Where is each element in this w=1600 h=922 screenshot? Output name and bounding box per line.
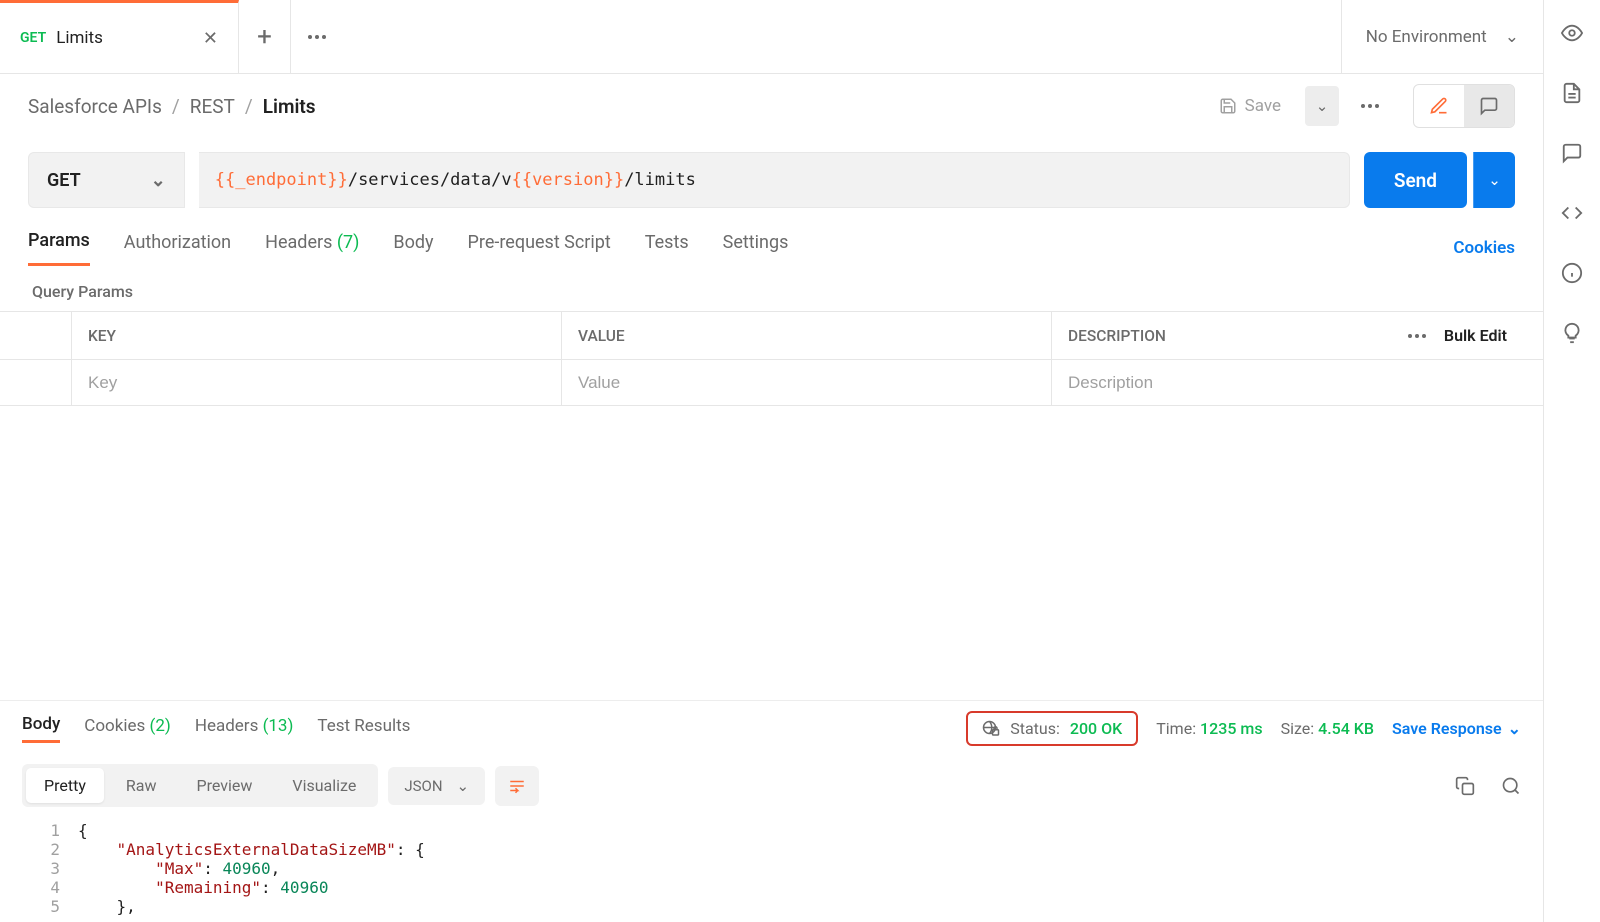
new-tab-button[interactable]: + [239, 0, 291, 73]
tab-body[interactable]: Body [393, 232, 433, 265]
save-icon [1219, 97, 1237, 115]
value-input[interactable] [578, 373, 1035, 393]
eye-icon[interactable] [1561, 22, 1583, 44]
view-mode-toggle [1413, 84, 1515, 128]
url-var-version: {{version}} [512, 170, 625, 190]
wrap-lines-button[interactable] [495, 766, 539, 806]
document-icon[interactable] [1561, 82, 1583, 104]
globe-lock-icon [982, 720, 1000, 738]
breadcrumb-folder[interactable]: REST [190, 95, 235, 118]
copy-icon[interactable] [1455, 776, 1475, 796]
url-input[interactable]: {{_endpoint}}/services/data/v{{version}}… [199, 152, 1350, 208]
tab-authorization[interactable]: Authorization [124, 232, 231, 265]
resp-tab-tests[interactable]: Test Results [317, 716, 410, 742]
view-raw[interactable]: Raw [108, 768, 175, 803]
save-label: Save [1245, 96, 1281, 116]
bulk-edit-button[interactable]: Bulk Edit [1444, 326, 1507, 345]
right-sidebar [1544, 0, 1600, 922]
response-size: Size: 4.54 KB [1281, 719, 1374, 738]
environment-label: No Environment [1366, 27, 1487, 47]
environment-picker[interactable]: No Environment ⌄ [1341, 0, 1543, 73]
breadcrumb-current: Limits [263, 95, 316, 118]
col-value: VALUE [562, 312, 1052, 359]
response-tabs: Body Cookies (2) Headers (13) Test Resul… [0, 700, 1543, 756]
view-preview[interactable]: Preview [178, 768, 270, 803]
chevron-down-icon: ⌄ [1508, 719, 1521, 738]
breadcrumb: Salesforce APIs / REST / Limits [28, 95, 316, 118]
request-tab-limits[interactable]: GET Limits ✕ [0, 0, 239, 73]
request-url-row: GET ⌄ {{_endpoint}}/services/data/v{{ver… [0, 138, 1543, 208]
tab-overflow-button[interactable] [291, 0, 343, 73]
tab-bar: GET Limits ✕ + No Environment ⌄ [0, 0, 1543, 74]
key-input[interactable] [88, 373, 545, 393]
close-tab-icon[interactable]: ✕ [203, 28, 218, 49]
tab-params[interactable]: Params [28, 230, 90, 266]
response-viewer-bar: Pretty Raw Preview Visualize JSON⌄ [0, 756, 1543, 815]
breadcrumb-collection[interactable]: Salesforce APIs [28, 95, 162, 118]
save-response-button[interactable]: Save Response ⌄ [1392, 719, 1521, 738]
resp-tab-headers[interactable]: Headers (13) [195, 716, 294, 742]
lightbulb-icon[interactable] [1561, 322, 1583, 344]
response-time: Time: 1235 ms [1156, 719, 1262, 738]
tab-headers[interactable]: Headers (7) [265, 232, 359, 265]
tab-method-badge: GET [20, 30, 46, 46]
request-tabs: Params Authorization Headers (7) Body Pr… [0, 208, 1543, 266]
query-params-table: KEY VALUE DESCRIPTION Bulk Edit [0, 311, 1543, 406]
resp-tab-body[interactable]: Body [22, 714, 60, 743]
status-value: 200 OK [1070, 719, 1122, 738]
request-header: Salesforce APIs / REST / Limits Save ⌄ [0, 74, 1543, 138]
tab-title: Limits [56, 28, 103, 48]
method-select[interactable]: GET ⌄ [28, 152, 185, 208]
tab-prerequest[interactable]: Pre-request Script [468, 232, 611, 265]
table-row [0, 360, 1543, 406]
desc-input[interactable] [1068, 373, 1527, 393]
response-body-code[interactable]: 1{ 2 "AnalyticsExternalDataSizeMB": { 3 … [0, 815, 1543, 922]
format-select[interactable]: JSON⌄ [388, 767, 485, 805]
tab-tests[interactable]: Tests [645, 232, 689, 265]
view-pretty[interactable]: Pretty [26, 768, 104, 803]
cookies-link[interactable]: Cookies [1453, 238, 1515, 258]
comment-icon[interactable] [1561, 142, 1583, 164]
comment-mode-button[interactable] [1464, 85, 1514, 127]
info-icon[interactable] [1561, 262, 1583, 284]
save-button[interactable]: Save [1207, 90, 1293, 122]
col-desc: DESCRIPTION [1068, 327, 1166, 345]
response-status: Status: 200 OK [966, 711, 1138, 746]
chevron-down-icon: ⌄ [1505, 27, 1519, 47]
url-var-endpoint: {{_endpoint}} [215, 170, 348, 190]
chevron-down-icon: ⌄ [151, 170, 166, 191]
send-dropdown[interactable]: ⌄ [1473, 152, 1515, 208]
more-actions-button[interactable] [1351, 104, 1389, 108]
tab-settings[interactable]: Settings [723, 232, 789, 265]
section-title-query-params: Query Params [0, 266, 1543, 311]
table-more-button[interactable] [1408, 334, 1426, 338]
method-value: GET [47, 170, 81, 191]
chevron-down-icon: ⌄ [457, 777, 470, 795]
resp-tab-cookies[interactable]: Cookies (2) [84, 716, 171, 742]
send-button[interactable]: Send [1364, 152, 1467, 208]
col-key: KEY [72, 312, 562, 359]
save-dropdown[interactable]: ⌄ [1305, 86, 1339, 126]
edit-mode-button[interactable] [1414, 85, 1464, 127]
code-icon[interactable] [1561, 202, 1583, 224]
view-visualize[interactable]: Visualize [274, 768, 374, 803]
search-icon[interactable] [1501, 776, 1521, 796]
